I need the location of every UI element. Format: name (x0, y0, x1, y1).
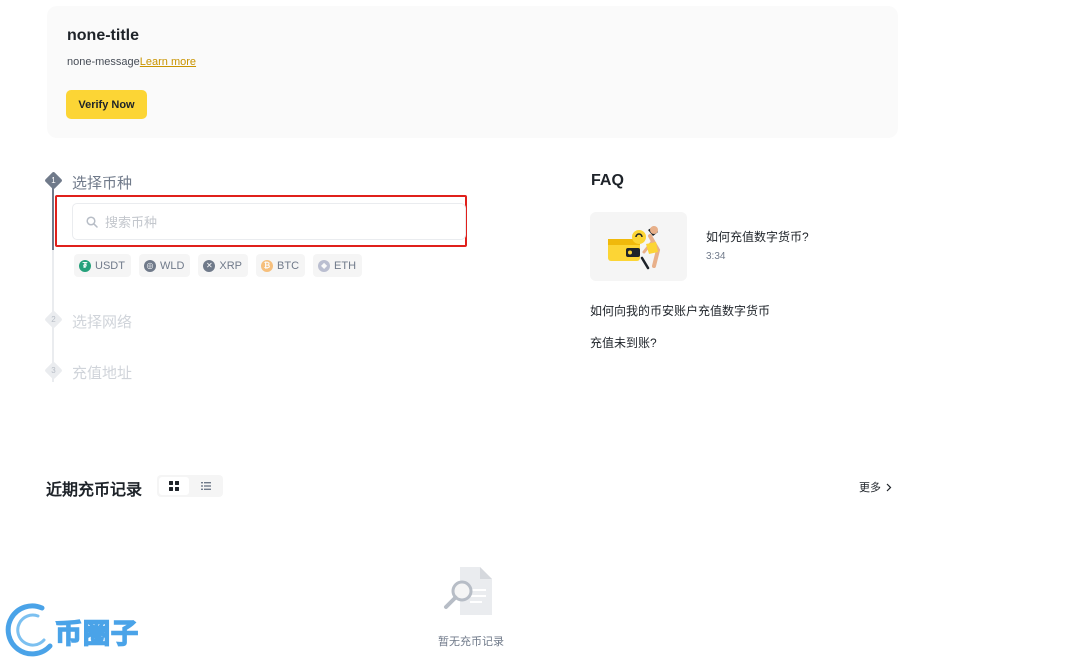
coin-chip-label: USDT (95, 259, 125, 272)
usdt-icon: ₮ (79, 259, 91, 272)
coin-chip-label: WLD (159, 259, 185, 272)
chevron-right-icon (886, 483, 892, 491)
coin-chip-eth[interactable]: ◆ ETH (313, 254, 363, 277)
popular-coins: ₮ USDT ◎ WLD ✕ XRP ₿ BTC ◆ ETH (74, 254, 363, 277)
xrp-icon: ✕ (203, 259, 216, 272)
no-records-icon (444, 567, 492, 615)
video-title: 如何充值数字货币? (706, 230, 809, 244)
faq-link-deposit-not-arrived[interactable]: 充值未到账? (590, 334, 657, 351)
coin-chip-btc[interactable]: ₿ BTC (256, 254, 306, 277)
no-records-text: 暂无充币记录 (438, 636, 504, 648)
step-1-label: 选择币种 (72, 175, 133, 192)
banner-message: none-messageLearn more (67, 56, 196, 68)
step-1-marker: 1 (44, 171, 63, 190)
coin-chip-usdt[interactable]: ₮ USDT (74, 254, 131, 277)
grid-icon (169, 481, 179, 491)
watermark-text: 币圈子 (54, 618, 139, 650)
search-input[interactable] (105, 212, 445, 232)
step-2-number: 2 (51, 315, 56, 324)
learn-more-link[interactable]: Learn more (140, 56, 196, 68)
recent-deposits-title: 近期充币记录 (46, 482, 143, 499)
video-duration: 3:34 (706, 251, 726, 262)
step-connector-active (52, 188, 54, 250)
banner-title: none-title (67, 27, 139, 44)
video-thumbnail (590, 212, 687, 281)
faq-video-card[interactable]: 如何充值数字货币? 3:34 (590, 212, 880, 282)
faq-title: FAQ (591, 172, 624, 189)
coin-search-field[interactable] (72, 203, 466, 240)
coin-chip-label: XRP (219, 259, 243, 272)
more-link[interactable]: 更多 (859, 479, 892, 495)
btc-icon: ₿ (261, 259, 274, 272)
coin-chip-xrp[interactable]: ✕ XRP (198, 254, 249, 277)
coin-chip-label: BTC (277, 259, 300, 272)
watermark-logo-icon (5, 603, 53, 657)
list-view-button[interactable] (191, 477, 221, 495)
more-link-label: 更多 (859, 482, 881, 494)
watermark: 币圈子 (2, 602, 150, 660)
banner-message-text: none-message (67, 56, 140, 68)
wallet-illustration-icon (608, 226, 661, 270)
faq-link-how-to-deposit[interactable]: 如何向我的币安账户充值数字货币 (590, 302, 770, 319)
search-icon (86, 216, 98, 228)
list-icon (201, 482, 211, 490)
step-3-label: 充值地址 (72, 365, 133, 382)
step-3-number: 3 (51, 366, 56, 375)
eth-icon: ◆ (318, 259, 331, 272)
step-3-marker: 3 (44, 361, 63, 380)
wld-icon: ◎ (143, 259, 156, 272)
coin-chip-wld[interactable]: ◎ WLD (138, 254, 191, 277)
step-2-label: 选择网络 (72, 314, 133, 331)
coin-chip-label: ETH (334, 259, 357, 272)
view-toggle (157, 475, 223, 497)
step-2-marker: 2 (44, 310, 63, 329)
grid-view-button[interactable] (159, 477, 189, 495)
verification-banner: none-title none-messageLearn more Verify… (47, 6, 898, 138)
step-1-number: 1 (51, 176, 56, 185)
verify-now-button[interactable]: Verify Now (66, 90, 147, 119)
